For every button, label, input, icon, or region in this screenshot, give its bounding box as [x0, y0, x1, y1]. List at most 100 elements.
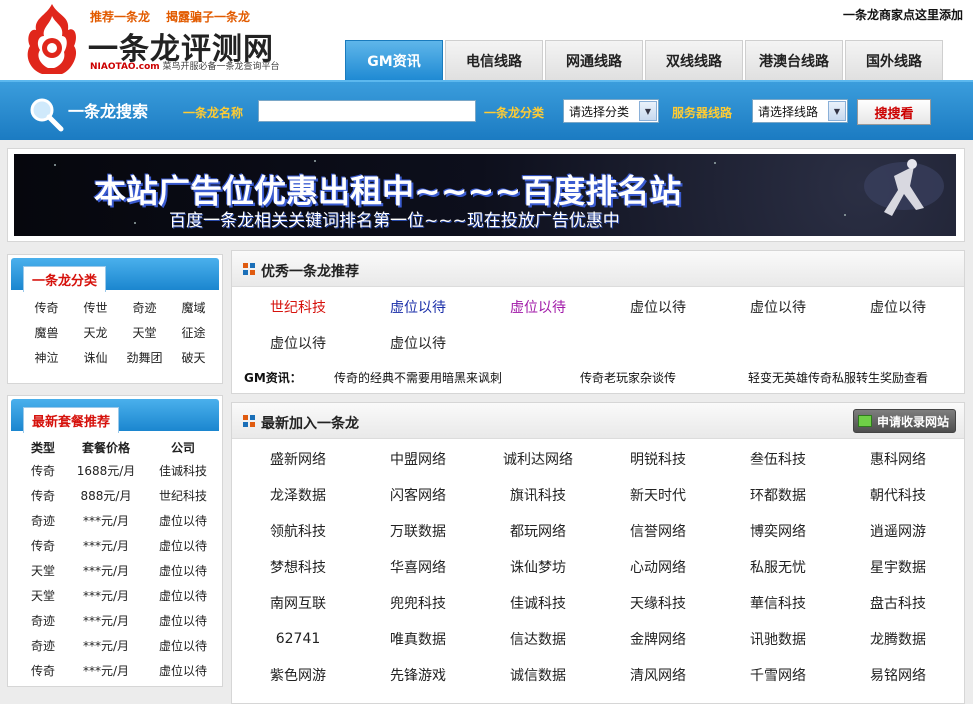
- category-item[interactable]: 破天: [169, 349, 218, 366]
- latest-item[interactable]: 南网互联: [238, 585, 358, 621]
- recommended-item[interactable]: 虚位以待: [358, 325, 478, 361]
- cell-company[interactable]: 世纪科技: [148, 487, 218, 504]
- add-merchant-link[interactable]: 一条龙商家点这里添加: [843, 6, 963, 23]
- table-row[interactable]: 奇迹 ***元/月 虚位以待: [22, 508, 218, 533]
- table-row[interactable]: 传奇 ***元/月 虚位以待: [22, 658, 218, 683]
- latest-item[interactable]: 先锋游戏: [358, 657, 478, 693]
- table-row[interactable]: 传奇 ***元/月 虚位以待: [22, 533, 218, 558]
- tab-dual-line[interactable]: 双线线路: [645, 40, 743, 80]
- latest-item[interactable]: 都玩网络: [478, 513, 598, 549]
- latest-item[interactable]: 信达数据: [478, 621, 598, 657]
- latest-item[interactable]: 清风网络: [598, 657, 718, 693]
- tab-gm-news[interactable]: GM资讯: [345, 40, 443, 80]
- category-item[interactable]: 天堂: [120, 324, 169, 341]
- apply-listing-button[interactable]: 申请收录网站: [852, 409, 956, 433]
- latest-item[interactable]: 讯驰数据: [718, 621, 838, 657]
- latest-item[interactable]: 闪客网络: [358, 477, 478, 513]
- category-item[interactable]: 诛仙: [71, 349, 120, 366]
- latest-item[interactable]: 新天时代: [598, 477, 718, 513]
- latest-item[interactable]: 62741: [238, 621, 358, 657]
- recommended-item[interactable]: 虚位以待: [598, 289, 718, 325]
- latest-item[interactable]: 易铭网络: [838, 657, 958, 693]
- gm-news-link[interactable]: 轻变无英雄传奇私服转生奖励查看: [748, 369, 928, 386]
- latest-item[interactable]: 惠科网络: [838, 441, 958, 477]
- latest-item[interactable]: 佳诚科技: [478, 585, 598, 621]
- latest-item[interactable]: 龙泽数据: [238, 477, 358, 513]
- latest-item[interactable]: 千雪网络: [718, 657, 838, 693]
- server-select[interactable]: 请选择线路 ▼: [752, 99, 848, 123]
- latest-item[interactable]: 诚信数据: [478, 657, 598, 693]
- gm-news-link[interactable]: 传奇老玩家杂谈传: [580, 369, 676, 386]
- latest-item[interactable]: 博奕网络: [718, 513, 838, 549]
- tab-telecom[interactable]: 电信线路: [445, 40, 543, 80]
- recommended-item[interactable]: 世纪科技: [238, 289, 358, 325]
- ad-banner[interactable]: 本站广告位优惠出租中~~~~百度排名站 百度一条龙相关关键词排名第一位~~~现在…: [14, 154, 956, 236]
- latest-item[interactable]: 华喜网络: [358, 549, 478, 585]
- category-item[interactable]: 传世: [71, 299, 120, 316]
- gm-news-link[interactable]: 传奇的经典不需要用暗黑来讽刺: [334, 369, 502, 386]
- table-row[interactable]: 传奇 888元/月 世纪科技: [22, 483, 218, 508]
- tab-hk-macau-tw[interactable]: 港澳台线路: [745, 40, 843, 80]
- dragon-flame-logo-icon[interactable]: [22, 2, 82, 78]
- category-item[interactable]: 神泣: [22, 349, 71, 366]
- latest-item[interactable]: 诚利达网络: [478, 441, 598, 477]
- latest-item[interactable]: 盛新网络: [238, 441, 358, 477]
- latest-item[interactable]: 环都数据: [718, 477, 838, 513]
- latest-item[interactable]: 朝代科技: [838, 477, 958, 513]
- table-row[interactable]: 奇迹 ***元/月 虚位以待: [22, 608, 218, 633]
- latest-item[interactable]: 兜兜科技: [358, 585, 478, 621]
- cell-company[interactable]: 虚位以待: [148, 662, 218, 679]
- category-item[interactable]: 劲舞团: [120, 349, 169, 366]
- slogan-expose[interactable]: 揭露骗子一条龙: [166, 10, 250, 24]
- cell-company[interactable]: 虚位以待: [148, 587, 218, 604]
- latest-item[interactable]: 華信科技: [718, 585, 838, 621]
- latest-item[interactable]: 中盟网络: [358, 441, 478, 477]
- table-row[interactable]: 奇迹 ***元/月 虚位以待: [22, 633, 218, 658]
- category-item[interactable]: 魔兽: [22, 324, 71, 341]
- tab-netcom[interactable]: 网通线路: [545, 40, 643, 80]
- latest-item[interactable]: 梦想科技: [238, 549, 358, 585]
- cell-company[interactable]: 虚位以待: [148, 512, 218, 529]
- category-item[interactable]: 征途: [169, 324, 218, 341]
- table-row[interactable]: 天堂 ***元/月 虚位以待: [22, 583, 218, 608]
- latest-item[interactable]: 领航科技: [238, 513, 358, 549]
- cell-type: 传奇: [30, 489, 55, 503]
- latest-item[interactable]: 紫色网游: [238, 657, 358, 693]
- category-item[interactable]: 天龙: [71, 324, 120, 341]
- latest-item[interactable]: 金牌网络: [598, 621, 718, 657]
- table-row[interactable]: 天堂 ***元/月 虚位以待: [22, 558, 218, 583]
- category-item[interactable]: 魔域: [169, 299, 218, 316]
- cell-company[interactable]: 虚位以待: [148, 537, 218, 554]
- cell-company[interactable]: 虚位以待: [148, 562, 218, 579]
- latest-item[interactable]: 明锐科技: [598, 441, 718, 477]
- latest-item[interactable]: 诛仙梦坊: [478, 549, 598, 585]
- latest-item[interactable]: 信誉网络: [598, 513, 718, 549]
- table-row[interactable]: 传奇 1688元/月 佳诚科技: [22, 458, 218, 483]
- recommended-item[interactable]: 虚位以待: [838, 289, 958, 325]
- name-search-input[interactable]: [258, 100, 476, 122]
- category-select[interactable]: 请选择分类 ▼: [563, 99, 659, 123]
- latest-item[interactable]: 逍遥网游: [838, 513, 958, 549]
- recommended-item[interactable]: 虚位以待: [358, 289, 478, 325]
- latest-item[interactable]: 星宇数据: [838, 549, 958, 585]
- latest-item[interactable]: 私服无忧: [718, 549, 838, 585]
- slogan-recommend[interactable]: 推荐一条龙: [90, 10, 150, 24]
- recommended-item[interactable]: 虚位以待: [238, 325, 358, 361]
- recommended-item[interactable]: 虚位以待: [478, 289, 598, 325]
- search-button[interactable]: 搜搜看: [857, 99, 931, 125]
- latest-item[interactable]: 天缘科技: [598, 585, 718, 621]
- latest-item[interactable]: 唯真数据: [358, 621, 478, 657]
- cell-company[interactable]: 虚位以待: [148, 637, 218, 654]
- latest-item[interactable]: 盘古科技: [838, 585, 958, 621]
- tab-overseas[interactable]: 国外线路: [845, 40, 943, 80]
- cell-company[interactable]: 佳诚科技: [148, 462, 218, 479]
- recommended-item[interactable]: 虚位以待: [718, 289, 838, 325]
- category-item[interactable]: 传奇: [22, 299, 71, 316]
- cell-company[interactable]: 虚位以待: [148, 612, 218, 629]
- category-item[interactable]: 奇迹: [120, 299, 169, 316]
- latest-item[interactable]: 叁伍科技: [718, 441, 838, 477]
- latest-item[interactable]: 旗讯科技: [478, 477, 598, 513]
- latest-item[interactable]: 心动网络: [598, 549, 718, 585]
- latest-item[interactable]: 万联数据: [358, 513, 478, 549]
- latest-item[interactable]: 龙腾数据: [838, 621, 958, 657]
